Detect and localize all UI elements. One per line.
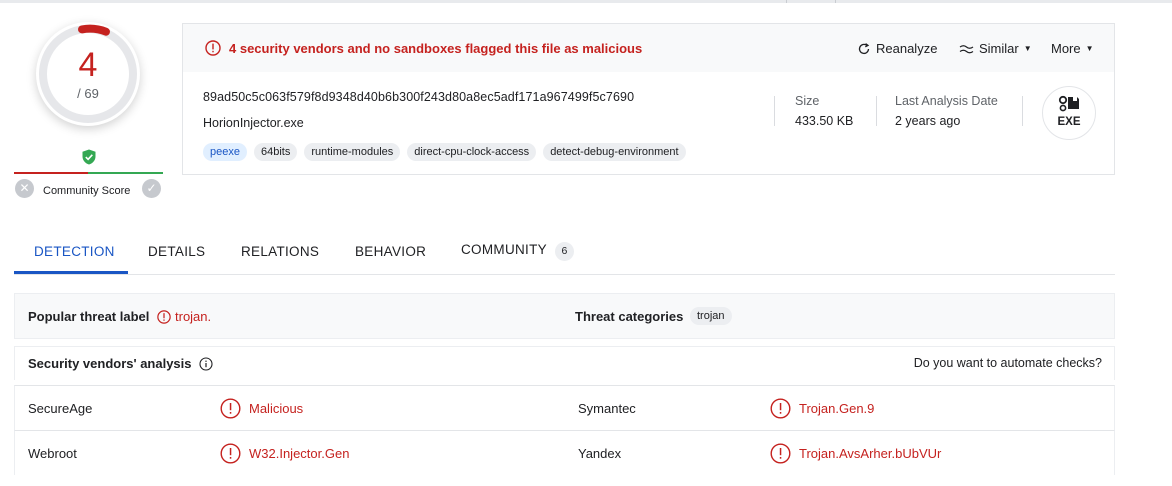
vendor-name: Webroot <box>28 446 77 461</box>
shield-check-icon <box>82 149 96 165</box>
vendor-result-text: Trojan.Gen.9 <box>799 401 875 416</box>
file-size: Size 433.50 KB <box>795 94 853 128</box>
close-icon: ✕ <box>19 181 30 195</box>
file-summary-card: 4 security vendors and no sandboxes flag… <box>182 23 1115 175</box>
vendor-result: Trojan.AvsArher.bUbVUr <box>770 443 941 464</box>
vendor-result-text: Malicious <box>249 401 304 416</box>
more-button[interactable]: More ▼ <box>1051 41 1094 56</box>
vendor-result: W32.Injector.Gen <box>220 443 349 464</box>
vendors-title: Security vendors' analysis <box>28 356 213 371</box>
warning-circle-icon <box>770 398 791 419</box>
similar-button[interactable]: Similar ▼ <box>959 41 1032 56</box>
reanalyze-icon <box>858 42 870 54</box>
vote-up-button[interactable]: ✓ <box>142 179 161 198</box>
community-count-badge: 6 <box>554 242 574 261</box>
vendor-name: Yandex <box>578 446 622 461</box>
tab-detection[interactable]: DETECTION <box>34 244 115 259</box>
top-divider <box>0 0 1172 3</box>
meta-divider <box>774 96 775 126</box>
more-label: More <box>1051 41 1081 56</box>
community-score: ✕ Community Score ✓ <box>14 146 163 202</box>
similar-icon <box>959 44 974 53</box>
vendor-total: / 69 <box>77 86 99 101</box>
info-icon[interactable] <box>198 356 213 371</box>
tab-community[interactable]: COMMUNITY 6 <box>461 242 574 261</box>
warning-circle-icon <box>157 309 171 324</box>
chevron-down-icon: ▼ <box>1085 44 1094 53</box>
file-type-badge: EXE <box>1042 86 1096 140</box>
tab-community-label: COMMUNITY <box>461 242 547 257</box>
vendors-title-text: Security vendors' analysis <box>28 356 192 371</box>
warning-circle-icon <box>205 40 221 56</box>
vendor-result-text: W32.Injector.Gen <box>249 446 350 461</box>
vendor-results-table: SecureAge Malicious Symantec Trojan.Gen.… <box>14 385 1115 475</box>
file-size-label: Size <box>795 94 820 108</box>
vendor-name: SecureAge <box>28 401 93 416</box>
popular-threat-value[interactable]: trojan. <box>157 309 211 324</box>
last-analysis-value: 2 years ago <box>895 114 961 128</box>
vendor-result-text: Trojan.AvsArher.bUbVUr <box>799 446 942 461</box>
active-tab-indicator <box>14 271 128 274</box>
meta-divider <box>876 96 877 126</box>
file-tag[interactable]: detect-debug-environment <box>543 143 686 161</box>
tab-behavior[interactable]: BEHAVIOR <box>355 244 426 259</box>
vendor-name: Symantec <box>578 401 636 416</box>
file-type-label: EXE <box>1057 116 1081 128</box>
automate-checks-link[interactable]: Do you want to automate checks? <box>914 356 1102 370</box>
community-bar-positive <box>88 172 163 174</box>
report-tabs: DETECTION DETAILS RELATIONS BEHAVIOR COM… <box>14 228 1115 275</box>
last-analysis-label: Last Analysis Date <box>895 94 998 108</box>
threat-category-tag[interactable]: trojan <box>690 307 732 325</box>
reanalyze-label: Reanalyze <box>876 41 938 56</box>
file-tag[interactable]: 64bits <box>253 143 298 161</box>
vote-down-button[interactable]: ✕ <box>15 179 34 198</box>
reanalyze-button[interactable]: Reanalyze <box>857 41 937 56</box>
file-tags: peexe 64bits runtime-modules direct-cpu-… <box>203 143 686 161</box>
chevron-down-icon: ▼ <box>1023 44 1032 53</box>
tab-relations[interactable]: RELATIONS <box>241 244 319 259</box>
file-size-value: 433.50 KB <box>795 114 854 128</box>
vendors-header: Security vendors' analysis Do you want t… <box>14 346 1115 380</box>
table-row: SecureAge Malicious Symantec Trojan.Gen.… <box>14 385 1115 430</box>
warning-circle-icon <box>220 443 241 464</box>
last-analysis: Last Analysis Date 2 years ago <box>895 94 998 128</box>
popular-threat-label: Popular threat label <box>28 309 150 324</box>
meta-divider <box>1022 96 1023 126</box>
table-row: Webroot W32.Injector.Gen Yandex Trojan.A… <box>14 430 1115 475</box>
detection-message: 4 security vendors and no sandboxes flag… <box>229 41 643 56</box>
file-tag[interactable]: peexe <box>203 143 247 161</box>
popular-threat-text: trojan. <box>175 309 212 324</box>
gears-icon <box>1058 95 1079 112</box>
detection-banner: 4 security vendors and no sandboxes flag… <box>183 24 1114 72</box>
file-tag[interactable]: direct-cpu-clock-access <box>407 143 537 161</box>
detection-count: 4 <box>78 46 98 84</box>
tab-details[interactable]: DETAILS <box>148 244 205 259</box>
similar-label: Similar <box>979 41 1019 56</box>
top-divider-tick <box>835 0 836 3</box>
threat-summary: Popular threat label trojan. Threat cate… <box>14 293 1115 339</box>
file-tag[interactable]: runtime-modules <box>304 143 401 161</box>
community-bar-negative <box>14 172 88 174</box>
vendor-result: Trojan.Gen.9 <box>770 398 874 419</box>
detection-score-gauge: 4 / 69 <box>36 22 140 126</box>
community-score-label: Community Score <box>43 185 131 197</box>
threat-categories-label: Threat categories <box>575 309 684 324</box>
warning-circle-icon <box>220 398 241 419</box>
check-icon: ✓ <box>146 181 157 195</box>
file-hash[interactable]: 89ad50c5c063f579f8d9348d40b6b300f243d80a… <box>203 90 634 104</box>
vendor-result: Malicious <box>220 398 303 419</box>
top-divider-tick <box>786 0 787 3</box>
file-name: HorionInjector.exe <box>203 116 304 130</box>
warning-circle-icon <box>770 443 791 464</box>
